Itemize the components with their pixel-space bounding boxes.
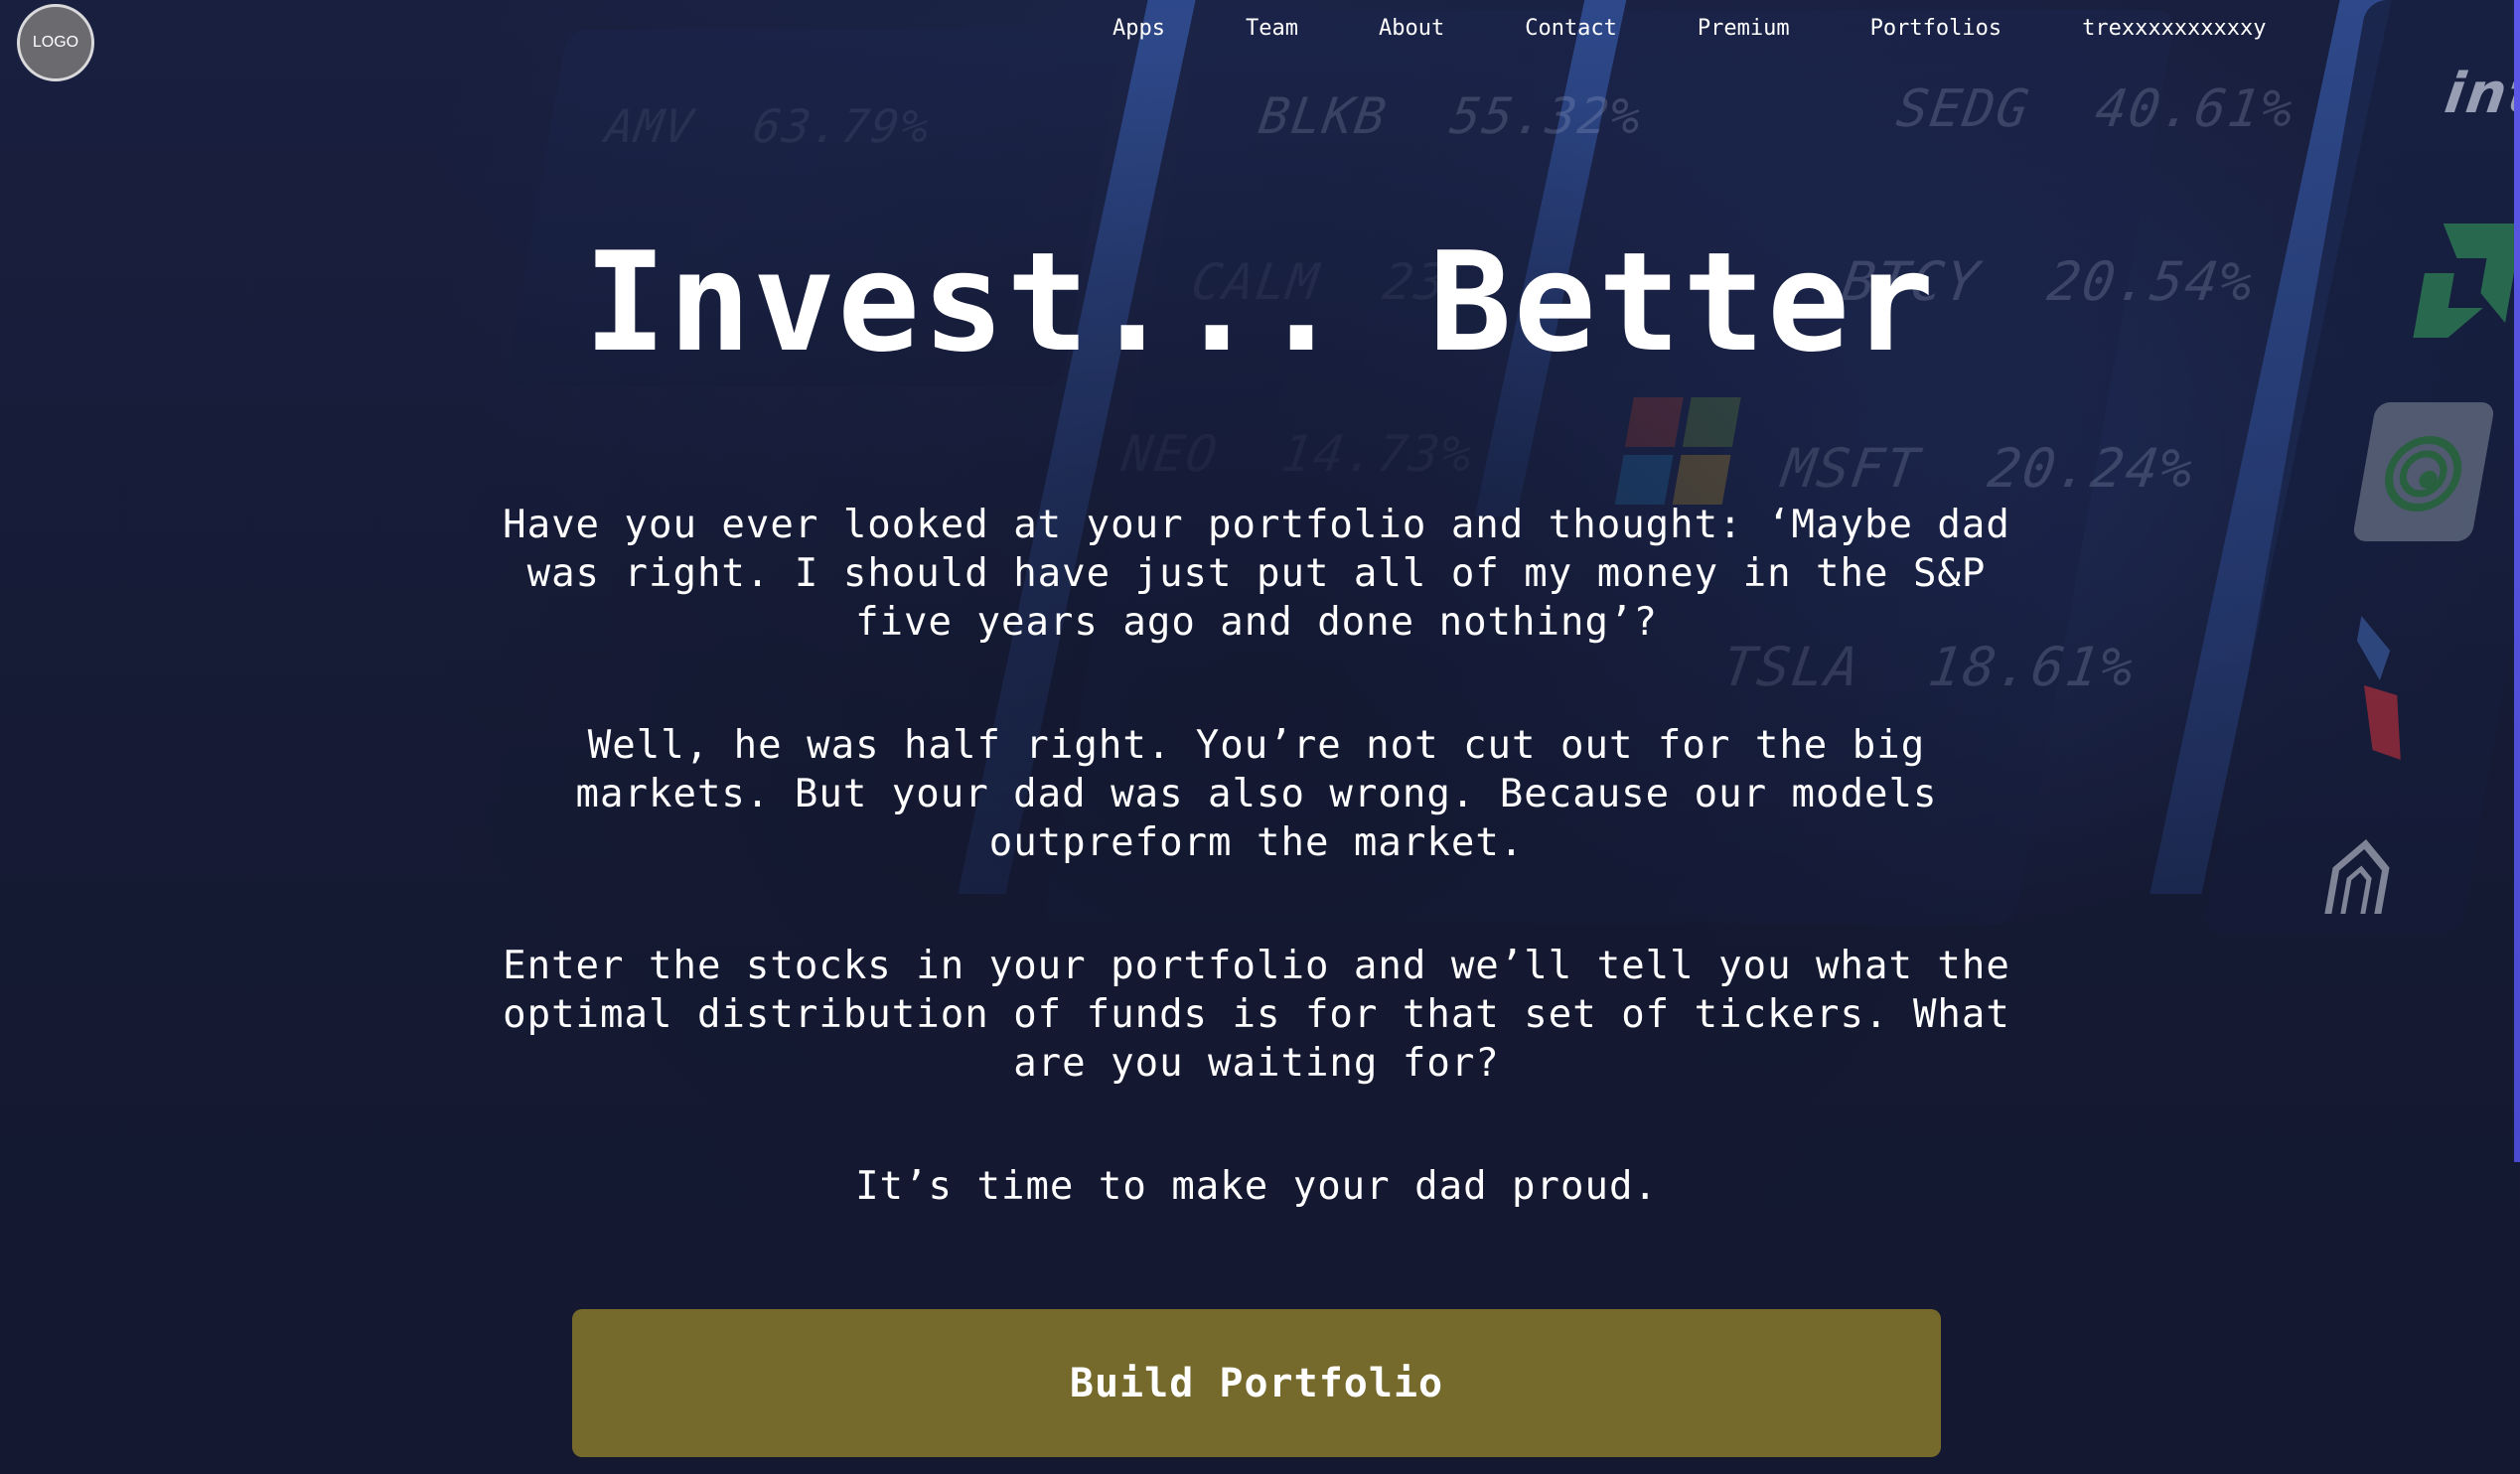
nav-link-contact[interactable]: Contact — [1525, 16, 1617, 41]
sensor-logo-icon — [2351, 402, 2496, 541]
build-portfolio-button[interactable]: Build Portfolio — [572, 1309, 1941, 1457]
logo-text: LOGO — [32, 34, 79, 51]
nav-link-team[interactable]: Team — [1246, 16, 1298, 41]
nav-link-portfolios[interactable]: Portfolios — [1870, 16, 2001, 41]
top-navigation: Apps Team About Contact Premium Portfoli… — [1112, 12, 2267, 44]
microsoft-logo-icon — [1614, 397, 1742, 507]
nav-link-apps[interactable]: Apps — [1112, 16, 1165, 41]
intel-logo-fragment: int — [2441, 62, 2520, 126]
hero-paragraph-1: Have you ever looked at your portfolio a… — [503, 503, 2010, 645]
nav-link-account[interactable]: trexxxxxxxxxxy — [2082, 16, 2266, 41]
arrow-logo-icon — [2317, 839, 2401, 919]
background-ticker: SEDG 40.61% — [1892, 79, 2298, 139]
hero-title: Invest... Better — [583, 222, 1937, 382]
nav-link-about[interactable]: About — [1379, 16, 1444, 41]
hero-paragraph-4: It’s time to make your dad proud. — [855, 1164, 1658, 1209]
nav-link-premium[interactable]: Premium — [1698, 16, 1790, 41]
background-ticker: NEO 14.73% — [1117, 425, 1478, 483]
site-logo[interactable]: LOGO — [17, 4, 94, 81]
background-ticker: BLKB 55.32% — [1255, 87, 1647, 145]
scroll-indicator[interactable] — [2514, 0, 2520, 1162]
background-ticker: AMV 63.79% — [602, 99, 935, 153]
hero-paragraph-2: Well, he was half right. You’re not cut … — [575, 723, 1938, 865]
background-ticker: MSFT 20.24% — [1778, 437, 2199, 500]
hero-paragraph-3: Enter the stocks in your portfolio and w… — [503, 944, 2010, 1086]
